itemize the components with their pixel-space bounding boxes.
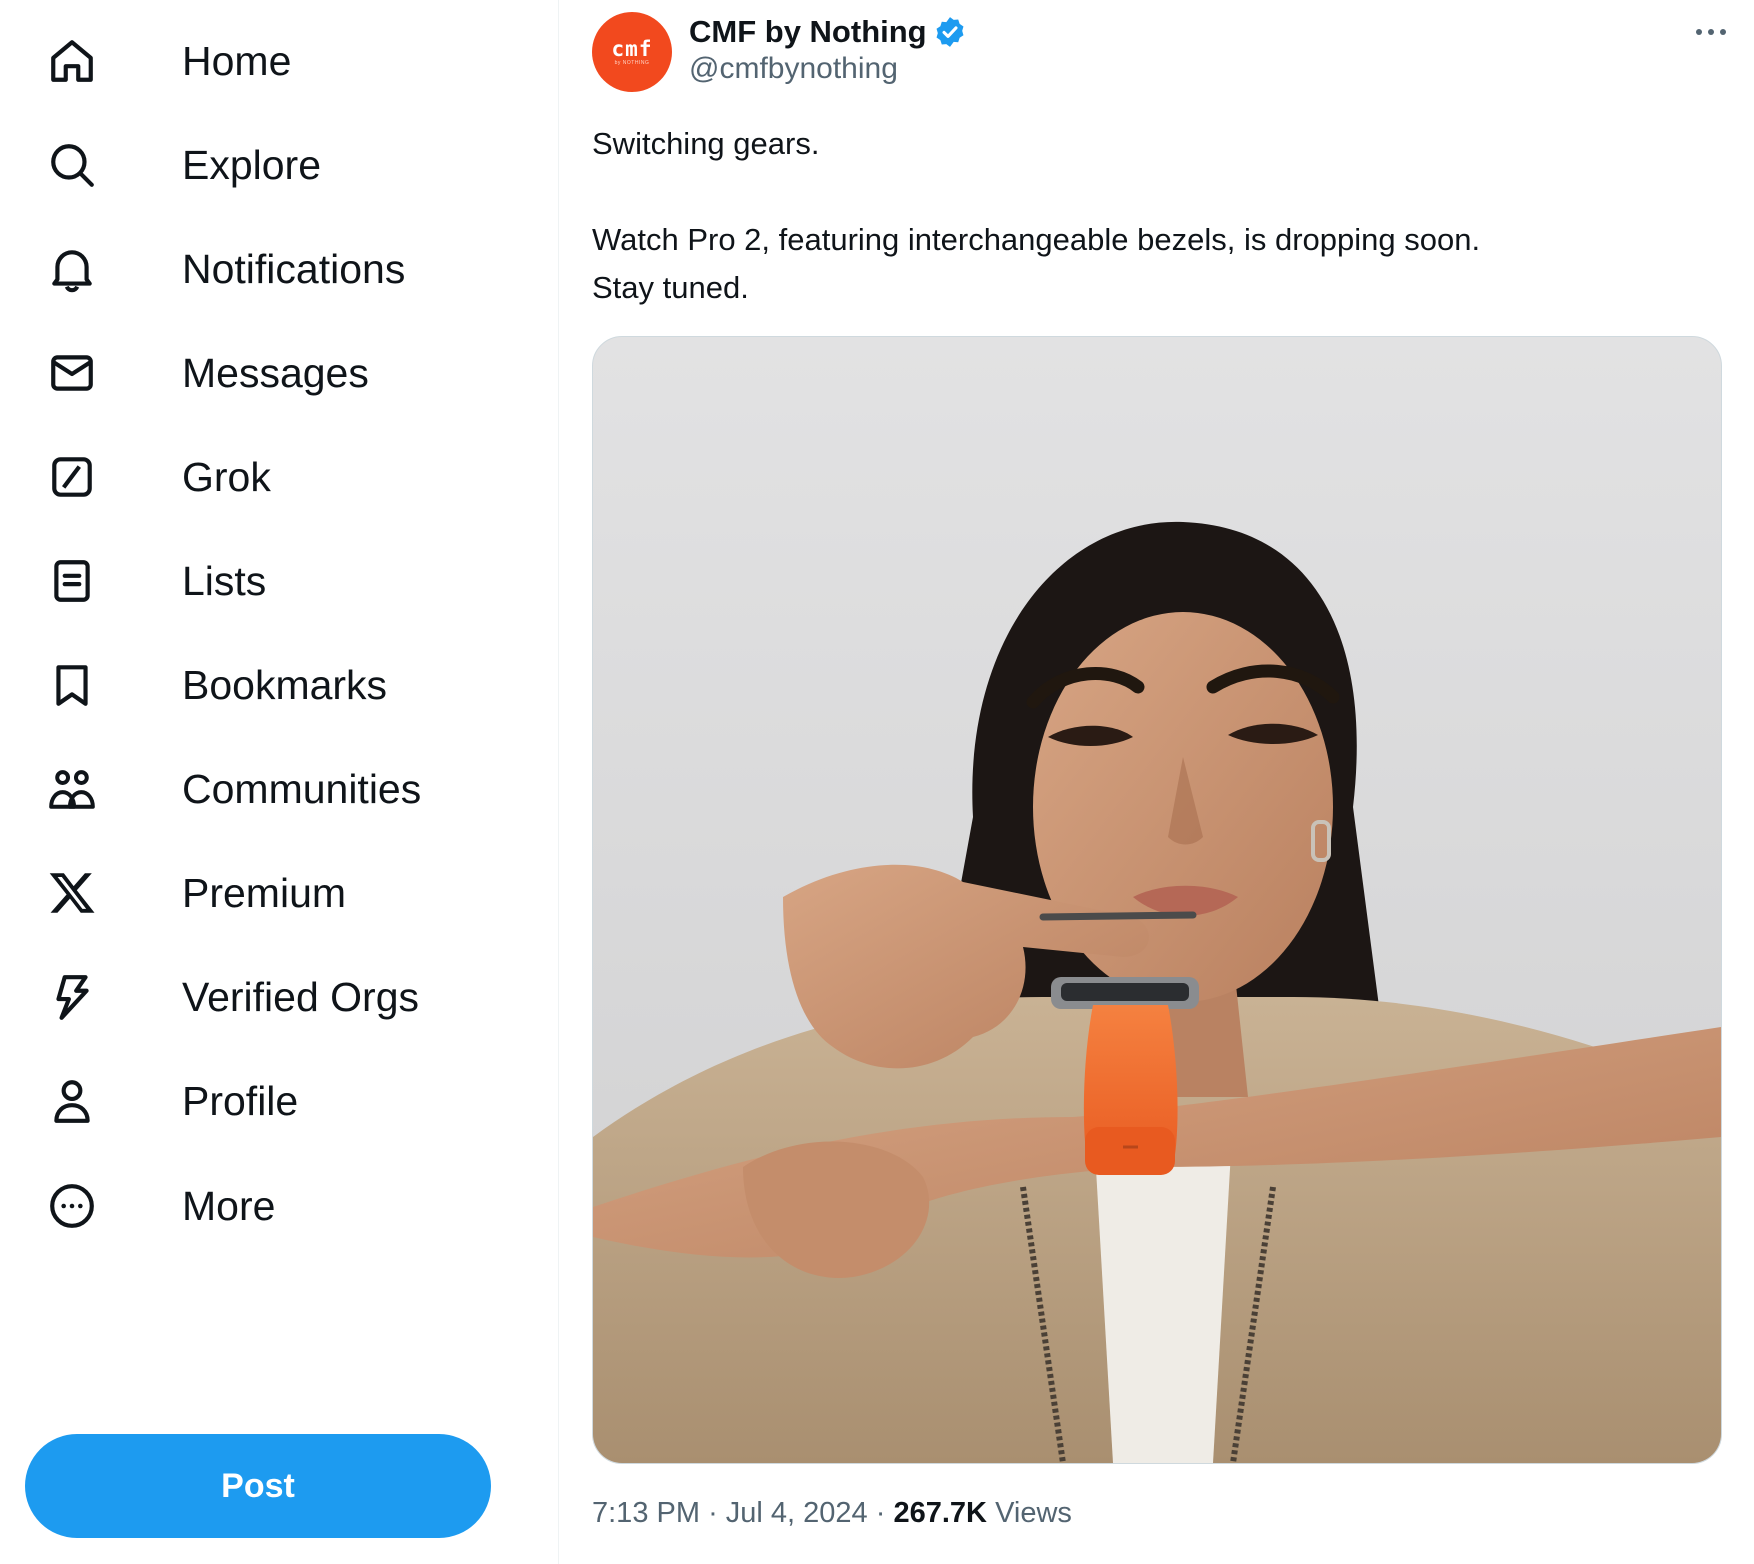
x-logo-icon [42,863,102,923]
sidebar-item-lists[interactable]: Lists [42,541,266,621]
author-name[interactable]: CMF by Nothing [689,14,927,50]
photo-illustration [593,337,1721,1463]
sidebar-item-label: Home [182,37,292,84]
verified-badge-icon [936,17,964,47]
lightning-icon [42,967,102,1027]
people-icon [42,759,102,819]
sidebar-item-profile[interactable]: Profile [42,1061,298,1141]
sidebar-item-grok[interactable]: Grok [42,437,271,517]
sidebar-nav: Home Explore Notifications Messages Grok… [0,0,558,1564]
tweet-date[interactable]: Jul 4, 2024 [726,1497,868,1529]
sidebar-item-label: Premium [182,869,347,916]
author-handle[interactable]: @cmfbynothing [689,52,898,86]
tweet-text-line: Stay tuned. [592,270,749,305]
sidebar-item-label: Verified Orgs [182,973,419,1020]
more-options-button[interactable] [1687,12,1735,52]
avatar[interactable]: cmf by NOTHING [592,12,672,92]
person-icon [42,1071,102,1131]
tweet-meta: 7:13 PM · Jul 4, 2024 · 267.7K Views [592,1497,1072,1530]
sidebar-item-label: Grok [182,453,271,500]
tweet-text: Switching gears. Watch Pro 2, featuring … [592,120,1722,312]
sidebar-item-verified-orgs[interactable]: Verified Orgs [42,957,419,1037]
meta-separator: · [708,1497,718,1529]
list-icon [42,551,102,611]
sidebar-item-home[interactable]: Home [42,21,291,101]
home-icon [42,31,102,91]
sidebar-item-label: Profile [182,1077,299,1124]
tweet-image[interactable] [592,336,1722,1464]
grok-icon [42,447,102,507]
avatar-sub-logo: by NOTHING [614,60,650,66]
sidebar-item-label: Lists [182,557,267,604]
envelope-icon [42,343,102,403]
sidebar-item-label: Communities [182,765,422,812]
sidebar-item-premium[interactable]: Premium [42,853,346,933]
tweet-time[interactable]: 7:13 PM [592,1497,700,1529]
sidebar-item-bookmarks[interactable]: Bookmarks [42,645,387,725]
sidebar-item-notifications[interactable]: Notifications [42,229,405,309]
more-circle-icon [42,1176,102,1236]
sidebar-item-more[interactable]: More [42,1166,275,1246]
tweet: cmf by NOTHING CMF by Nothing @cmfbynoth… [559,0,1754,1564]
sidebar-item-communities[interactable]: Communities [42,749,421,829]
more-horizontal-icon [1696,29,1726,35]
tweet-text-line: Watch Pro 2, featuring interchangeable b… [592,222,1481,257]
views-count: 267.7K [893,1497,987,1529]
post-button[interactable]: Post [25,1434,491,1538]
bell-icon [42,239,102,299]
author-name-row: CMF by Nothing [689,12,967,52]
bookmark-icon [42,655,102,715]
tweet-text-gap [592,168,1722,216]
search-icon [42,135,102,195]
sidebar-item-label: Messages [182,349,369,396]
views-label: Views [995,1497,1072,1529]
sidebar-item-label: Bookmarks [182,661,388,708]
sidebar-item-label: Explore [182,141,322,188]
sidebar-item-label: More [182,1182,276,1229]
avatar-logo: cmf [611,37,653,61]
meta-separator: · [875,1497,886,1529]
tweet-text-line: Switching gears. [592,126,820,161]
sidebar-item-label: Notifications [182,245,406,292]
sidebar-item-explore[interactable]: Explore [42,125,321,205]
sidebar-item-messages[interactable]: Messages [42,333,369,413]
